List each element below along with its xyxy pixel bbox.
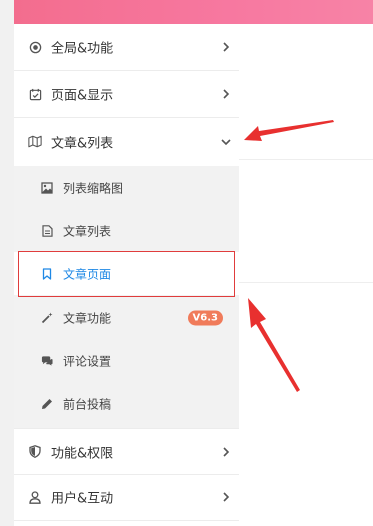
submenu-item-list-thumbnail[interactable]: 列表缩略图 bbox=[14, 166, 239, 209]
magic-wand-icon bbox=[41, 312, 53, 324]
sidebar-item-page-display[interactable]: 页面&显示 bbox=[14, 71, 239, 118]
target-icon bbox=[28, 40, 42, 54]
sidebar-item-label: 用户&互动 bbox=[51, 491, 114, 507]
submenu-item-frontend-submission[interactable]: 前台投稿 bbox=[14, 382, 239, 425]
chevron-right-icon bbox=[221, 89, 231, 99]
content-panel bbox=[239, 24, 373, 526]
comments-icon bbox=[41, 355, 53, 367]
divider bbox=[239, 282, 373, 283]
version-badge: V6.3 bbox=[187, 310, 223, 325]
article-list-submenu: 列表缩略图 文章列表 文章页面 文章功能 V6.3 评论设置 前台投稿 bbox=[14, 166, 239, 428]
bookmark-icon bbox=[41, 267, 53, 280]
sidebar-item-global-features[interactable]: 全局&功能 bbox=[14, 24, 239, 71]
sidebar-item-user-interaction[interactable]: 用户&互动 bbox=[14, 474, 239, 521]
chevron-down-icon bbox=[221, 137, 231, 147]
submenu-item-label: 文章功能 bbox=[63, 311, 112, 325]
map-icon bbox=[28, 135, 42, 149]
sidebar-item-article-list[interactable]: 文章&列表 bbox=[14, 118, 239, 165]
image-icon bbox=[41, 181, 53, 194]
divider bbox=[239, 159, 373, 160]
sidebar-item-label: 全局&功能 bbox=[51, 41, 114, 57]
submenu-item-label: 前台投稿 bbox=[63, 397, 112, 411]
sidebar-item-features-permissions[interactable]: 功能&权限 bbox=[14, 428, 239, 475]
file-text-icon bbox=[41, 224, 53, 237]
sidebar-item-label: 页面&显示 bbox=[51, 88, 114, 104]
submenu-item-article-list[interactable]: 文章列表 bbox=[14, 209, 239, 252]
submenu-item-article-features[interactable]: 文章功能 V6.3 bbox=[14, 296, 239, 339]
submenu-item-label: 文章页面 bbox=[63, 267, 112, 281]
submenu-item-comment-settings[interactable]: 评论设置 bbox=[14, 339, 239, 382]
chevron-right-icon bbox=[221, 492, 231, 502]
submenu-item-label: 列表缩略图 bbox=[63, 181, 124, 195]
user-icon bbox=[28, 490, 42, 504]
header-bar bbox=[14, 0, 373, 24]
submenu-item-article-page[interactable]: 文章页面 bbox=[14, 252, 239, 295]
calendar-check-icon bbox=[28, 87, 42, 101]
pencil-icon bbox=[41, 398, 53, 410]
sidebar-item-label: 文章&列表 bbox=[51, 136, 114, 151]
admin-settings-page: 全局&功能 页面&显示 文章&列表 列表缩略图 文章列表 文章页面 文章功能 V… bbox=[0, 0, 373, 526]
submenu-item-label: 评论设置 bbox=[63, 354, 112, 368]
submenu-item-label: 文章列表 bbox=[63, 224, 112, 238]
shield-icon bbox=[28, 445, 42, 459]
settings-sidebar: 全局&功能 页面&显示 文章&列表 列表缩略图 文章列表 文章页面 文章功能 V… bbox=[14, 24, 239, 526]
sidebar-item-label: 功能&权限 bbox=[51, 446, 114, 461]
chevron-right-icon bbox=[221, 42, 231, 52]
chevron-right-icon bbox=[221, 446, 231, 457]
